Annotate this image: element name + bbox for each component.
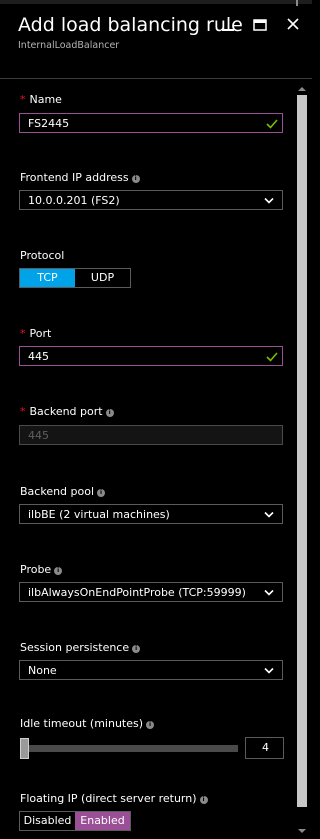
frontend-ip-label: Frontend IP address i — [20, 171, 140, 184]
idle-timeout-slider-thumb[interactable] — [20, 738, 29, 759]
port-input-value: 445 — [28, 350, 49, 363]
session-persistence-value: None — [28, 664, 57, 677]
port-input[interactable]: 445 — [19, 346, 283, 366]
top-strip — [0, 0, 312, 4]
name-label: * Name — [20, 93, 62, 106]
probe-select[interactable]: ilbAlwaysOnEndPointProbe (TCP:59999) — [19, 582, 283, 602]
top-notch — [296, 0, 298, 6]
session-persistence-select[interactable]: None — [19, 660, 283, 680]
info-icon[interactable]: i — [105, 409, 114, 417]
info-icon[interactable]: i — [131, 175, 140, 183]
header-divider — [0, 78, 312, 79]
required-asterisk: * — [20, 405, 26, 418]
checkmark-icon — [266, 352, 278, 362]
minimize-button[interactable] — [219, 16, 237, 34]
info-icon[interactable]: i — [54, 567, 63, 575]
chevron-down-icon — [264, 667, 274, 674]
protocol-option-udp[interactable]: UDP — [75, 269, 130, 287]
frontend-ip-value: 10.0.0.201 (FS2) — [28, 194, 120, 207]
idle-timeout-slider-track[interactable] — [24, 745, 238, 752]
chevron-down-icon — [264, 589, 274, 596]
backend-port-input: 445 — [19, 425, 283, 445]
idle-timeout-label: Idle timeout (minutes) i — [20, 717, 155, 730]
minimize-icon — [222, 29, 234, 31]
floating-ip-label: Floating IP (direct server return) i — [20, 792, 208, 805]
port-label: * Port — [20, 327, 52, 340]
probe-label: Probe i — [20, 563, 63, 576]
close-button[interactable] — [284, 16, 302, 34]
backend-pool-label: Backend pool i — [20, 485, 106, 498]
close-icon — [287, 18, 299, 30]
session-persistence-label: Session persistence i — [20, 641, 141, 654]
frontend-ip-select[interactable]: 10.0.0.201 (FS2) — [19, 190, 283, 210]
scroll-down-arrow-icon[interactable] — [297, 826, 307, 836]
required-asterisk: * — [20, 93, 26, 106]
maximize-icon — [253, 19, 267, 31]
info-icon[interactable]: i — [132, 645, 141, 653]
protocol-toggle: TCP UDP — [19, 268, 131, 288]
maximize-button[interactable] — [251, 16, 269, 34]
blade-title: Add load balancing rule — [18, 14, 243, 36]
name-input-value: FS2445 — [28, 117, 70, 130]
required-asterisk: * — [20, 327, 26, 340]
chevron-down-icon — [264, 511, 274, 518]
blade-subtitle: InternalLoadBalancer — [18, 40, 120, 51]
backend-port-value: 445 — [28, 429, 49, 442]
scroll-up-arrow-icon[interactable] — [297, 84, 307, 94]
floating-ip-toggle: Disabled Enabled — [19, 811, 131, 831]
protocol-option-tcp[interactable]: TCP — [20, 269, 75, 287]
backend-pool-select[interactable]: ilbBE (2 virtual machines) — [19, 504, 283, 524]
probe-value: ilbAlwaysOnEndPointProbe (TCP:59999) — [28, 586, 246, 599]
floating-ip-option-enabled[interactable]: Enabled — [75, 812, 130, 830]
name-input[interactable]: FS2445 — [19, 113, 283, 133]
protocol-label: Protocol — [20, 249, 65, 262]
backend-port-label: * Backend port i — [20, 405, 114, 418]
checkmark-icon — [266, 119, 278, 129]
idle-timeout-value[interactable]: 4 — [245, 737, 284, 759]
floating-ip-option-disabled[interactable]: Disabled — [20, 812, 75, 830]
info-icon[interactable]: i — [146, 721, 155, 729]
chevron-down-icon — [264, 197, 274, 204]
info-icon[interactable]: i — [97, 489, 106, 497]
scrollbar-thumb[interactable] — [297, 95, 307, 807]
info-icon[interactable]: i — [199, 796, 208, 804]
backend-pool-value: ilbBE (2 virtual machines) — [28, 508, 170, 521]
add-load-balancing-rule-blade: Add load balancing rule InternalLoadBala… — [0, 0, 312, 839]
